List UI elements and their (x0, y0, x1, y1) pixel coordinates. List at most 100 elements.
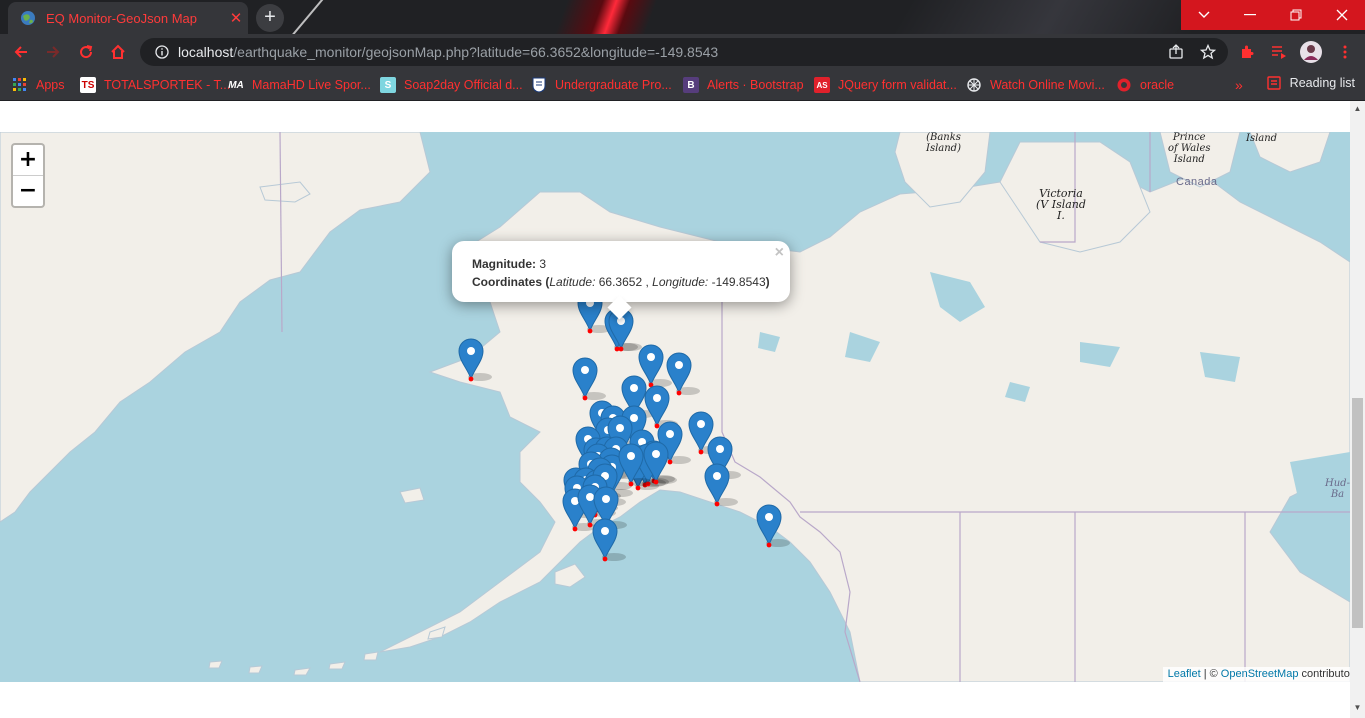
marker-popup: Magnitude: 3 Coordinates (Latitude: 66.3… (452, 241, 790, 320)
epicenter-point (676, 390, 682, 396)
bookmark-apps[interactable]: Apps (12, 76, 65, 94)
epicenter-point (766, 542, 772, 548)
tab-title: EQ Monitor-GeoJson Map (46, 10, 198, 26)
tab-close-icon[interactable]: ✕ (224, 9, 248, 27)
theme-decoration (277, 0, 325, 34)
tab-search-icon[interactable] (1181, 0, 1227, 30)
active-tab[interactable]: EQ Monitor-GeoJson Map ✕ (8, 2, 248, 34)
marker-pin-icon (572, 357, 598, 400)
map-attribution: Leaflet | © OpenStreetMap contributors (1162, 667, 1364, 682)
restore-icon[interactable] (1273, 0, 1319, 30)
browser-toolbar: localhost/earthquake_monitor/geojsonMap.… (0, 34, 1365, 70)
bookmark-star-icon[interactable] (1196, 40, 1220, 64)
bookmark-totalsportek[interactable]: TS TOTALSPORTEK - T... (80, 76, 230, 94)
magnitude-label: Magnitude: (472, 257, 536, 271)
theme-decoration (876, 0, 1224, 34)
extensions-puzzle-icon[interactable] (1235, 40, 1259, 64)
bookmarks-bar: Apps TS TOTALSPORTEK - T... MA MamaHD Li… (0, 70, 1365, 101)
close-window-icon[interactable] (1319, 0, 1365, 30)
latitude-value: 66.3652 (598, 275, 643, 289)
marker-pin-hole (713, 472, 721, 480)
scroll-down-arrow-icon[interactable]: ▼ (1352, 703, 1363, 715)
marker-pin-hole (627, 452, 635, 460)
url-path: /earthquake_monitor/geojsonMap.php?latit… (233, 44, 719, 60)
menu-kebab-icon[interactable] (1333, 40, 1357, 64)
epicenter-point (572, 526, 578, 532)
bookmark-label: Alerts · Bootstrap (707, 78, 804, 92)
marker-pin-hole (586, 493, 594, 501)
bookmark-label: TOTALSPORTEK - T... (104, 78, 231, 92)
epicenter-point (628, 481, 634, 487)
earthquake-marker[interactable] (704, 463, 738, 507)
bootstrap-icon: B (683, 77, 699, 93)
magnitude-value: 3 (539, 257, 547, 271)
epicenter-point (667, 459, 673, 465)
leaflet-map[interactable]: (Banks Island) Prince of Wales Island Is… (0, 132, 1350, 682)
earthquake-marker[interactable] (756, 504, 790, 548)
epicenter-point (635, 485, 641, 491)
url-host: localhost (178, 44, 234, 60)
popup-content: Magnitude: 3 Coordinates (Latitude: 66.3… (472, 255, 770, 291)
bookmarks-overflow-icon[interactable]: » (1235, 76, 1243, 94)
ma-icon: MA (228, 79, 244, 91)
s-icon: S (380, 77, 396, 93)
media-queue-icon[interactable] (1267, 40, 1291, 64)
longitude-value: -149.8543 (711, 275, 766, 289)
marker-pin-icon (458, 338, 484, 381)
scroll-up-arrow-icon[interactable]: ▲ (1352, 104, 1363, 116)
forward-arrow-icon[interactable] (41, 40, 65, 64)
site-info-icon[interactable] (148, 45, 176, 59)
profile-avatar[interactable] (1299, 40, 1323, 64)
bookmark-label: oracle (1140, 78, 1175, 92)
as-icon: AS (814, 77, 830, 93)
ts-icon: TS (80, 77, 96, 93)
marker-pin-hole (630, 384, 638, 392)
coordinates-label: Coordinates (472, 275, 543, 289)
theme-decoration (549, 0, 661, 34)
earthquake-marker[interactable] (572, 357, 606, 401)
back-arrow-icon[interactable] (9, 40, 33, 64)
bookmark-label: Undergraduate Pro... (555, 78, 672, 92)
bookmark-mamahd[interactable]: MA MamaHD Live Spor... (228, 76, 371, 94)
marker-pin-hole (765, 513, 773, 521)
epicenter-point (582, 395, 588, 401)
reload-icon[interactable] (74, 40, 98, 64)
zoom-out-button[interactable]: − (13, 176, 43, 206)
bookmark-bootstrap[interactable]: B Alerts · Bootstrap (683, 76, 804, 94)
address-bar[interactable]: localhost/earthquake_monitor/geojsonMap.… (140, 38, 1228, 66)
zoom-control: + − (11, 143, 45, 208)
bookmark-jquery[interactable]: AS JQuery form validat... (814, 76, 957, 94)
leaflet-link[interactable]: Leaflet (1168, 668, 1201, 680)
bookmark-watch-online[interactable]: Watch Online Movi... (966, 76, 1105, 94)
openstreetmap-link[interactable]: OpenStreetMap (1221, 668, 1299, 680)
new-tab-button[interactable]: + (256, 4, 284, 32)
earthquake-marker[interactable] (666, 352, 700, 396)
marker-pin-hole (601, 527, 609, 535)
marker-pin-hole (647, 353, 655, 361)
marker-pin-hole (653, 394, 661, 402)
bookmark-label: MamaHD Live Spor... (252, 78, 371, 92)
bookmark-soap2day[interactable]: S Soap2day Official d... (380, 76, 523, 94)
share-icon[interactable] (1164, 40, 1188, 64)
attribution-sep: | © (1203, 668, 1218, 680)
tab-strip: EQ Monitor-GeoJson Map ✕ + (0, 0, 1365, 34)
popup-close-button[interactable]: × (775, 244, 784, 262)
zoom-in-button[interactable]: + (13, 145, 43, 176)
scrollbar-thumb[interactable] (1352, 398, 1363, 628)
bookmark-undergraduate[interactable]: Undergraduate Pro... (531, 76, 672, 94)
bookmark-oracle[interactable]: oracle (1116, 76, 1174, 94)
epicenter-point (698, 449, 704, 455)
epicenter-point (618, 346, 624, 352)
reading-list-button[interactable]: Reading list (1266, 76, 1355, 90)
earthquake-marker[interactable] (608, 308, 642, 352)
earthquake-marker[interactable] (458, 338, 492, 382)
marker-pin-icon (666, 352, 692, 395)
home-icon[interactable] (106, 40, 130, 64)
marker-pin-hole (616, 424, 624, 432)
epicenter-point (714, 501, 720, 507)
marker-pin-hole (652, 450, 660, 458)
bookmark-label: Apps (36, 78, 65, 92)
minimize-icon[interactable] (1227, 0, 1273, 30)
epicenter-point (587, 328, 593, 334)
epicenter-point (654, 423, 660, 429)
